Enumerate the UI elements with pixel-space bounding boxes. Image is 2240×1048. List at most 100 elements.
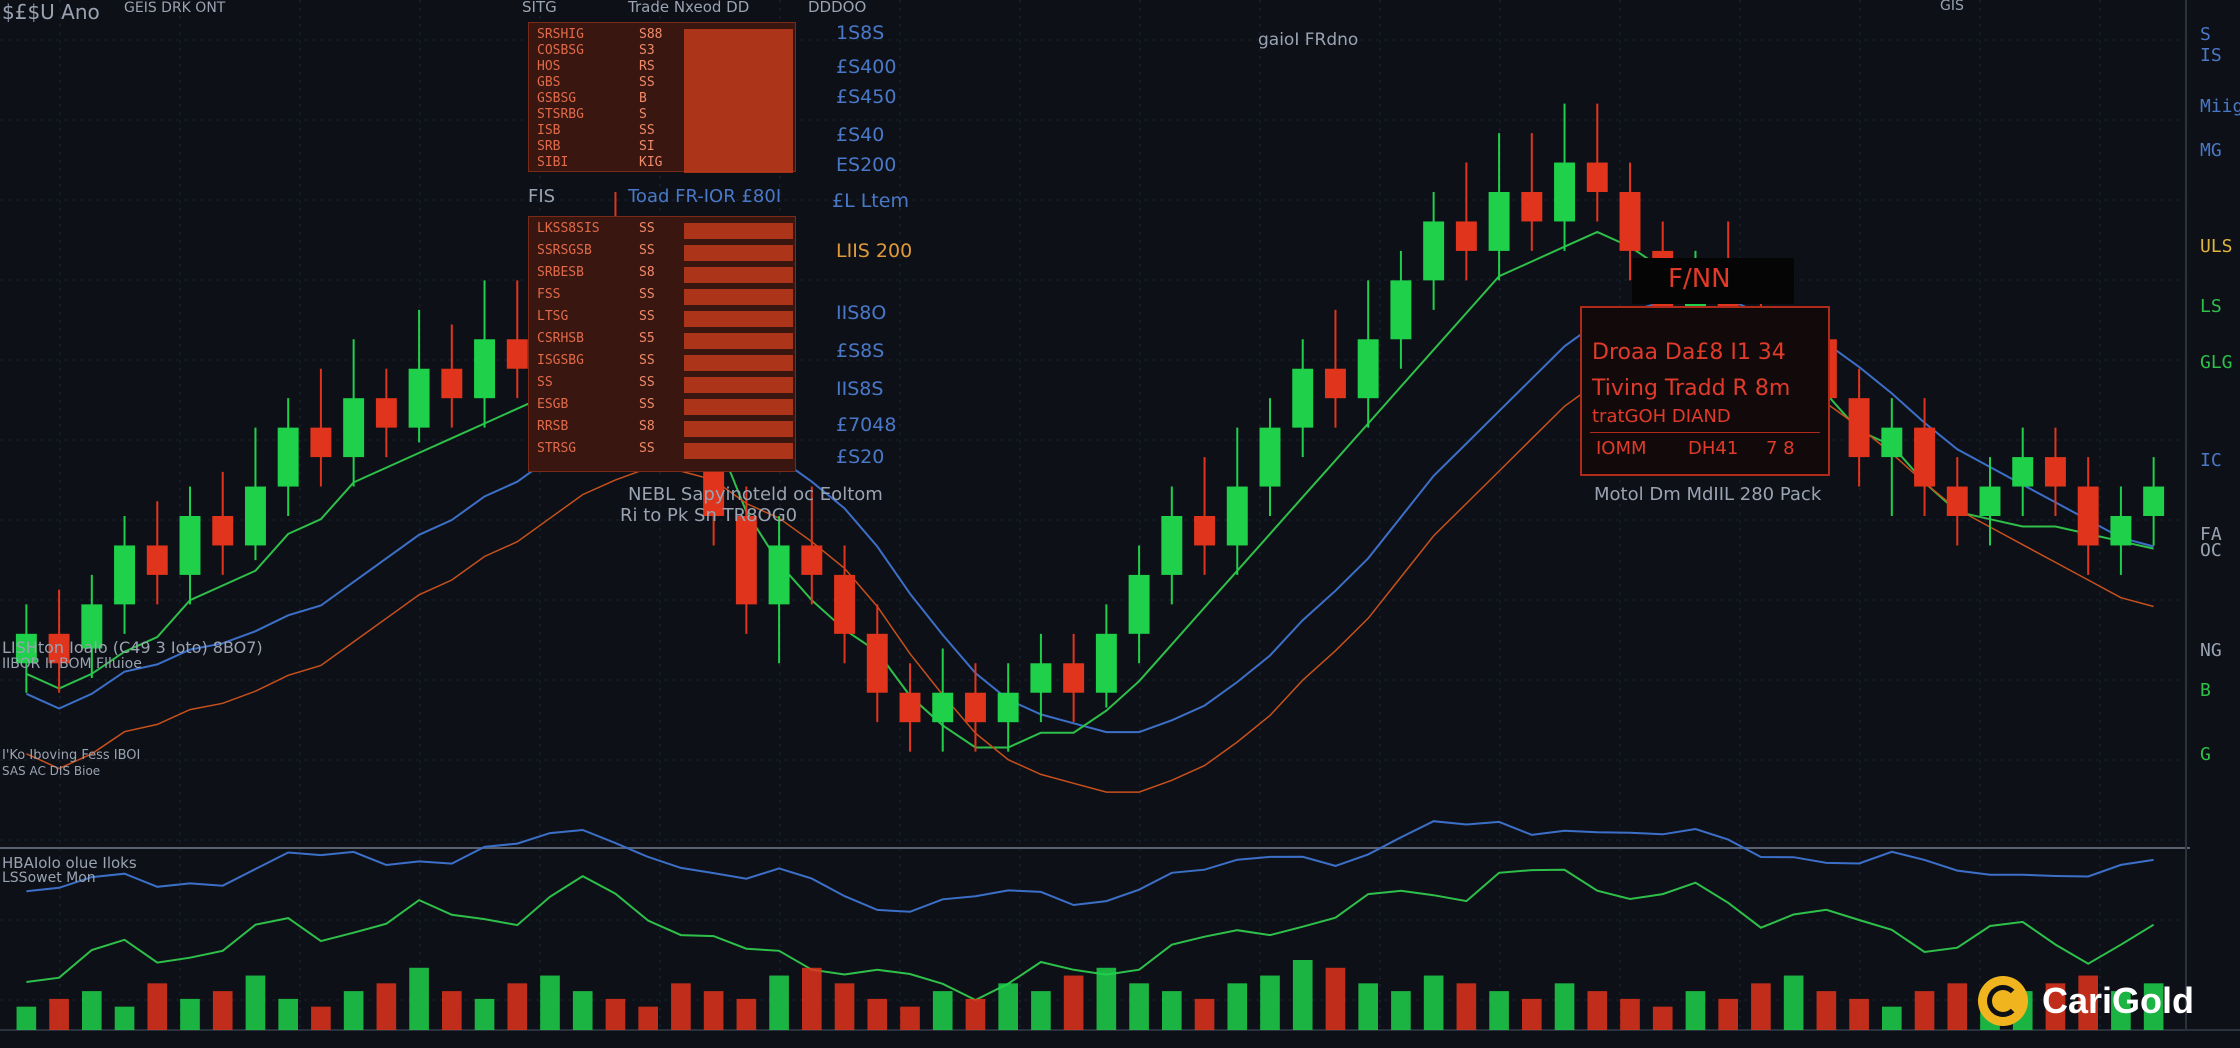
indicator-label-c: I'Ko Iboving Fess IBOI <box>2 748 141 763</box>
volume-bar <box>1292 960 1313 1030</box>
top-center-label: gaioI FRdno <box>1258 30 1359 50</box>
candle-body <box>2044 457 2066 487</box>
volume-bar <box>1620 998 1640 1030</box>
candle-body <box>1946 486 1968 516</box>
order-book-row[interactable]: LKSS8SIS SS <box>529 221 795 241</box>
volume-bar <box>409 967 429 1030</box>
order-book-qty: SS <box>639 353 655 368</box>
candle-body <box>801 545 823 575</box>
order-book-label: ISGSBG <box>537 353 584 368</box>
volume-bar <box>1882 1006 1902 1030</box>
price-level: £S8S <box>836 340 885 362</box>
candle-body <box>834 574 856 634</box>
order-book-row[interactable]: RRSB S8 <box>529 419 795 439</box>
right-axis-label: IC <box>2200 450 2222 471</box>
order-book-depth-bar <box>684 443 793 459</box>
candle-body <box>932 692 954 723</box>
order-book-row[interactable]: SSRSGSB SS <box>529 243 795 263</box>
order-book-row[interactable]: ISGSBG SS <box>529 353 795 373</box>
price-level: 1S8S <box>836 22 885 44</box>
volume-bar <box>1652 1006 1673 1030</box>
volume-bar <box>1751 983 1771 1030</box>
order-book-row[interactable]: FSS SS <box>529 287 795 307</box>
volume-bar <box>703 991 724 1030</box>
order-book-qty: RS <box>639 59 655 74</box>
volume-bar <box>572 991 593 1030</box>
order-book-top: SRSHIG S88 COSBSG S3 HOS RS GBS SS GSBSG B STSRBG S… <box>528 22 796 175</box>
top-right-label[interactable]: GIS <box>1940 0 1964 14</box>
order-book-qty: SS <box>639 397 655 412</box>
right-axis-label: B <box>2200 680 2211 701</box>
order-book-row[interactable]: LTSG SS <box>529 309 795 329</box>
candle-body <box>1455 221 1477 251</box>
order-book-row[interactable]: SS SS <box>529 375 795 395</box>
candle-body <box>1914 427 1936 487</box>
volume-bar <box>49 998 69 1030</box>
candle-body <box>1292 368 1314 428</box>
volume-bar <box>245 975 266 1030</box>
candle-body <box>1586 162 1608 192</box>
price-level: ES200 <box>836 154 897 176</box>
right-axis-label: GLG <box>2200 352 2233 373</box>
volume-bar <box>147 983 168 1030</box>
carigold-logo: CariGold <box>1978 976 2194 1026</box>
volume-bar <box>1783 975 1804 1030</box>
carigold-logo-icon <box>1978 976 2028 1026</box>
order-book-qty: SS <box>639 309 655 324</box>
tooltip-divider <box>1590 432 1820 433</box>
oscillator-line-blue <box>26 820 2154 913</box>
candle-body <box>1161 516 1183 575</box>
order-book-qty: SS <box>639 221 655 236</box>
candle-body <box>1979 486 2001 516</box>
right-axis-label: LS <box>2200 296 2222 317</box>
price-level: IIS8O <box>836 302 887 324</box>
price-level: £S40 <box>836 124 885 146</box>
candle-body <box>1554 162 1576 222</box>
order-book-row[interactable]: SIBI KIG <box>529 155 795 175</box>
volume-bar <box>212 991 233 1030</box>
volume-bar <box>1947 983 1968 1030</box>
volume-bar <box>1260 975 1280 1030</box>
volume-bar <box>1522 998 1542 1030</box>
order-book-qty: SS <box>639 243 655 258</box>
volume-bar <box>1194 998 1215 1030</box>
order-book-label: SRBESB <box>537 265 584 280</box>
volume-bar <box>278 998 298 1030</box>
order-book-label: LKSS8SIS <box>537 221 600 236</box>
order-book-row[interactable]: STRSG SS <box>529 441 795 461</box>
volume-bar <box>1096 967 1117 1030</box>
order-book-row[interactable]: SRBESB S8 <box>529 265 795 285</box>
order-book-row[interactable]: ESGB SS <box>529 397 795 417</box>
volume-bar <box>1489 991 1509 1030</box>
candle-body <box>1423 221 1445 281</box>
order-book-depth-bar <box>684 289 793 305</box>
order-book-qty: S <box>639 107 647 122</box>
candle-body <box>343 398 365 458</box>
tooltip-line-1: Droaa Da£8 I1 34 <box>1592 340 1786 365</box>
candle-body <box>179 516 201 575</box>
order-book-row[interactable]: CSRHSB S5 <box>529 331 795 351</box>
candle-body <box>768 545 790 605</box>
indicator-label-b: IIBOR Ir BOM Flluioe <box>2 656 142 672</box>
volume-subtitle: LSSowet Mon <box>2 870 96 886</box>
volume-bar <box>867 998 888 1030</box>
volume-bar <box>82 991 102 1030</box>
volume-bar <box>1587 991 1608 1030</box>
price-level: £S400 <box>836 56 897 78</box>
volume-bar <box>932 991 953 1030</box>
tooltip-line-4b: DH41 <box>1688 438 1739 459</box>
candle-body <box>2143 486 2165 516</box>
volume-bar <box>1554 983 1575 1030</box>
volume-bar <box>114 1006 135 1030</box>
order-book-label: SIBI <box>537 155 569 170</box>
order-book-label: HOS <box>537 59 561 74</box>
right-note: Motol Dm MdIIL 280 Pack <box>1594 484 1822 505</box>
order-book-qty: B <box>639 91 647 106</box>
order-book-depth-bar <box>684 267 793 283</box>
book-note-b: Ri to Pk Sn TR8OG0 <box>620 505 798 526</box>
volume-bar <box>1718 998 1738 1030</box>
tooltip-panel: Droaa Da£8 I1 34 Tiving Tradd R 8m tratG… <box>1580 306 1830 476</box>
mid-left-label-a: FIS <box>528 186 556 207</box>
panel-title: SITG <box>522 0 557 16</box>
tooltip-line-2: Tiving Tradd R 8m <box>1592 376 1791 401</box>
